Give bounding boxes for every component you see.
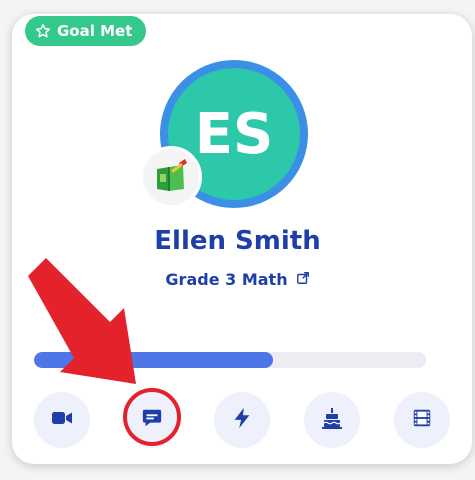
lightning-bolt-icon xyxy=(231,406,253,434)
birthday-button[interactable] xyxy=(304,392,360,448)
grade-link[interactable]: Grade 3 Math xyxy=(0,270,475,289)
video-camera-icon xyxy=(50,406,74,434)
badge-label: Goal Met xyxy=(57,22,133,40)
student-name[interactable]: Ellen Smith xyxy=(0,226,475,256)
math-book-icon xyxy=(140,146,202,208)
video-call-button[interactable] xyxy=(34,392,90,448)
message-button[interactable] xyxy=(124,392,180,448)
avatar-initials: ES xyxy=(194,101,274,167)
grade-label: Grade 3 Math xyxy=(165,270,288,289)
progress-bar xyxy=(34,352,426,368)
page: Goal Met ES Ellen Smith Grade 3 Math xyxy=(0,0,475,480)
video-library-button[interactable] xyxy=(394,392,450,448)
boost-button[interactable] xyxy=(214,392,270,448)
progress-fill xyxy=(34,352,274,368)
star-outline-icon xyxy=(35,23,51,39)
external-link-icon xyxy=(296,270,310,289)
film-strip-icon xyxy=(411,407,433,433)
chat-bubble-icon xyxy=(141,407,163,433)
birthday-cake-icon xyxy=(320,406,344,434)
goal-met-badge: Goal Met xyxy=(25,16,147,46)
